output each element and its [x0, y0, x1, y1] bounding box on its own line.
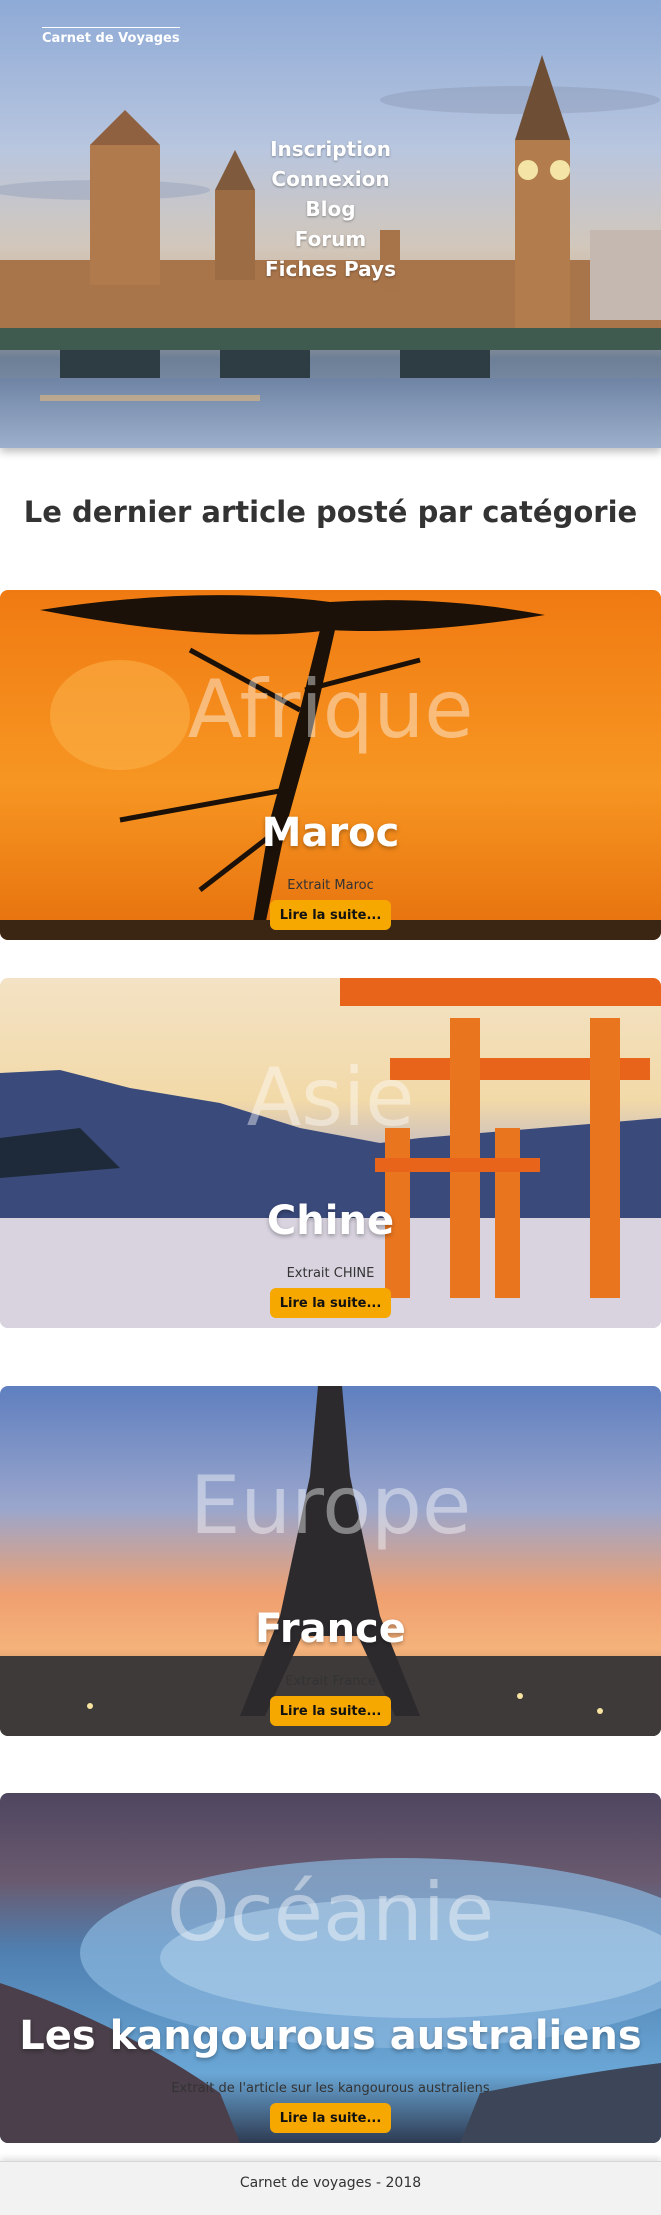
nav-connexion[interactable]: Connexion	[0, 164, 661, 194]
brand-logo-text[interactable]: Carnet de Voyages	[42, 27, 180, 46]
article-excerpt: Extrait Maroc	[287, 878, 374, 893]
footer-text: Carnet de voyages - 2018	[239, 2175, 422, 2191]
nav-forum[interactable]: Forum	[0, 224, 661, 254]
read-more-button[interactable]: Lire la suite...	[270, 1696, 391, 1726]
category-label: Océanie	[166, 1866, 495, 1959]
article-title[interactable]: Les kangourous australiens	[0, 2011, 661, 2061]
main-nav: Inscription Connexion Blog Forum Fiches …	[0, 134, 661, 284]
article-excerpt: Extrait de l'article sur les kangourous …	[171, 2081, 490, 2096]
category-label: Asie	[246, 1051, 415, 1144]
category-label: Europe	[189, 1459, 472, 1552]
hero-header: Carnet de Voyages Inscription Connexion …	[0, 0, 661, 448]
article-excerpt: Extrait France	[285, 1674, 376, 1689]
category-card-asie: Asie Chine Extrait CHINE Lire la suite..…	[0, 978, 661, 1328]
nav-inscription[interactable]: Inscription	[0, 134, 661, 164]
article-title[interactable]: Chine	[0, 1196, 661, 1246]
page-footer: Carnet de voyages - 2018	[0, 2161, 661, 2215]
read-more-button[interactable]: Lire la suite...	[270, 1288, 391, 1318]
nav-blog[interactable]: Blog	[0, 194, 661, 224]
read-more-button[interactable]: Lire la suite...	[270, 2103, 391, 2133]
article-title[interactable]: France	[0, 1604, 661, 1654]
nav-fiches-pays[interactable]: Fiches Pays	[0, 254, 661, 284]
read-more-button[interactable]: Lire la suite...	[270, 900, 391, 930]
article-title[interactable]: Maroc	[0, 808, 661, 858]
category-card-europe: Europe France Extrait France Lire la sui…	[0, 1386, 661, 1736]
article-excerpt: Extrait CHINE	[286, 1266, 375, 1281]
category-card-afrique: Afrique Maroc Extrait Maroc Lire la suit…	[0, 590, 661, 940]
category-card-oceanie: Océanie Les kangourous australiens Extra…	[0, 1793, 661, 2143]
category-label: Afrique	[187, 663, 474, 756]
section-title: Le dernier article posté par catégorie	[23, 495, 638, 529]
